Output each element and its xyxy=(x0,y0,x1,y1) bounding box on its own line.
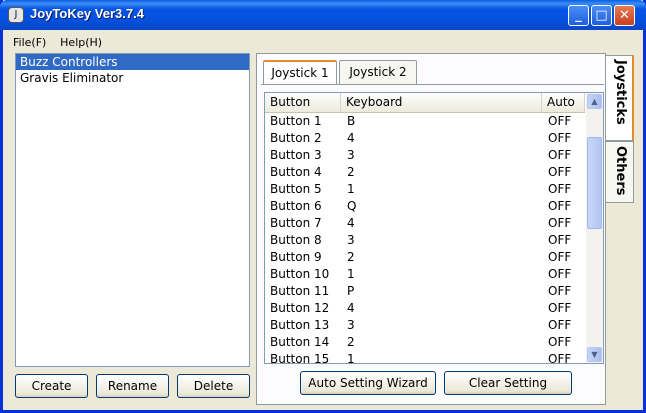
create-button[interactable]: Create xyxy=(15,374,88,398)
joystick-icon: J xyxy=(8,7,24,23)
table-row[interactable]: Button 15 1 OFF xyxy=(265,351,585,364)
cell-button: Button 14 xyxy=(270,335,330,349)
close-button[interactable]: ✕ xyxy=(614,5,635,26)
table-header: Button Keyboard Auto xyxy=(265,93,585,113)
column-header-keyboard[interactable]: Keyboard xyxy=(341,93,542,112)
cell-button: Button 2 xyxy=(270,131,322,145)
cell-auto: OFF xyxy=(548,335,572,349)
menu-file[interactable]: File(F) xyxy=(13,36,46,49)
table-row[interactable]: Button 13 3 OFF xyxy=(265,317,585,334)
cell-keyboard: B xyxy=(347,114,356,128)
cell-button: Button 9 xyxy=(270,250,322,264)
tab-joystick-1[interactable]: Joystick 1 xyxy=(263,60,337,84)
cell-keyboard: 1 xyxy=(347,352,355,364)
table-row[interactable]: Button 6 Q OFF xyxy=(265,198,585,215)
cell-keyboard: 3 xyxy=(347,233,355,247)
table-row[interactable]: Button 2 4 OFF xyxy=(265,130,585,147)
cell-keyboard: Q xyxy=(347,199,357,213)
controller-list[interactable]: Buzz Controllers Gravis Eliminator xyxy=(15,53,250,367)
cell-auto: OFF xyxy=(548,216,572,230)
menu-help[interactable]: Help(H) xyxy=(60,36,102,49)
tab-others-label: Others xyxy=(613,146,628,196)
table-row[interactable]: Button 11 P OFF xyxy=(265,283,585,300)
cell-keyboard: 2 xyxy=(347,250,355,264)
cell-button: Button 12 xyxy=(270,301,330,315)
cell-button: Button 1 xyxy=(270,114,322,128)
cell-auto: OFF xyxy=(548,267,572,281)
cell-auto: OFF xyxy=(548,114,572,128)
cell-auto: OFF xyxy=(548,148,572,162)
auto-setting-wizard-button[interactable]: Auto Setting Wizard xyxy=(300,371,436,395)
cell-button: Button 10 xyxy=(270,267,330,281)
title-bar[interactable]: J JoyToKey Ver3.7.4 _ □ ✕ xyxy=(0,0,646,30)
tab-joystick-2[interactable]: Joystick 2 xyxy=(339,60,417,84)
cell-button: Button 3 xyxy=(270,148,322,162)
table-row[interactable]: Button 14 2 OFF xyxy=(265,334,585,351)
table-row[interactable]: Button 3 3 OFF xyxy=(265,147,585,164)
cell-button: Button 5 xyxy=(270,182,322,196)
cell-keyboard: P xyxy=(347,284,355,298)
cell-keyboard: 2 xyxy=(347,335,355,349)
table-body: Button 1 B OFF Button 2 4 OFF Button 3 3 OFF Butt… xyxy=(265,113,585,364)
cell-auto: OFF xyxy=(548,318,572,332)
column-header-button[interactable]: Button xyxy=(265,93,341,112)
cell-button: Button 11 xyxy=(270,284,330,298)
table-row[interactable]: Button 5 1 OFF xyxy=(265,181,585,198)
cell-keyboard: 4 xyxy=(347,131,355,145)
delete-button[interactable]: Delete xyxy=(177,374,250,398)
cell-keyboard: 3 xyxy=(347,318,355,332)
cell-auto: OFF xyxy=(548,165,572,179)
cell-button: Button 6 xyxy=(270,199,322,213)
window-title: JoyToKey Ver3.7.4 xyxy=(30,6,144,21)
clear-setting-button[interactable]: Clear Setting xyxy=(444,371,572,395)
cell-button: Button 7 xyxy=(270,216,322,230)
cell-keyboard: 3 xyxy=(347,148,355,162)
cell-keyboard: 1 xyxy=(347,182,355,196)
table-row[interactable]: Button 9 2 OFF xyxy=(265,249,585,266)
column-header-auto[interactable]: Auto xyxy=(542,93,585,112)
table-row[interactable]: Button 10 1 OFF xyxy=(265,266,585,283)
cell-auto: OFF xyxy=(548,284,572,298)
vertical-scrollbar[interactable]: ▲ ▼ xyxy=(586,93,603,363)
tab-divider xyxy=(261,84,604,85)
cell-keyboard: 2 xyxy=(347,165,355,179)
cell-auto: OFF xyxy=(548,233,572,247)
cell-auto: OFF xyxy=(548,199,572,213)
table-row[interactable]: Button 1 B OFF xyxy=(265,113,585,130)
cell-auto: OFF xyxy=(548,352,572,364)
tab-joysticks[interactable]: Joysticks xyxy=(606,55,634,141)
maximize-button[interactable]: □ xyxy=(591,5,612,26)
rename-button[interactable]: Rename xyxy=(96,374,169,398)
minimize-button[interactable]: _ xyxy=(568,5,589,26)
tab-joysticks-label: Joysticks xyxy=(613,60,628,125)
cell-auto: OFF xyxy=(548,250,572,264)
button-mapping-table[interactable]: Button Keyboard Auto Button 1 B OFF Button … xyxy=(264,92,604,364)
tab-others[interactable]: Others xyxy=(606,141,634,203)
cell-button: Button 15 xyxy=(270,352,330,364)
cell-auto: OFF xyxy=(548,301,572,315)
scrollbar-thumb[interactable] xyxy=(587,137,602,229)
table-row[interactable]: Button 7 4 OFF xyxy=(265,215,585,232)
list-item[interactable]: Buzz Controllers xyxy=(16,54,249,70)
table-row[interactable]: Button 4 2 OFF xyxy=(265,164,585,181)
scroll-down-icon[interactable]: ▼ xyxy=(587,347,602,362)
cell-keyboard: 4 xyxy=(347,301,355,315)
menu-bar: File(F) Help(H) xyxy=(13,35,112,51)
cell-keyboard: 4 xyxy=(347,216,355,230)
cell-keyboard: 1 xyxy=(347,267,355,281)
table-row[interactable]: Button 12 4 OFF xyxy=(265,300,585,317)
cell-auto: OFF xyxy=(548,182,572,196)
cell-button: Button 8 xyxy=(270,233,322,247)
cell-button: Button 4 xyxy=(270,165,322,179)
list-item[interactable]: Gravis Eliminator xyxy=(16,70,249,86)
cell-auto: OFF xyxy=(548,131,572,145)
table-row[interactable]: Button 8 3 OFF xyxy=(265,232,585,249)
scroll-up-icon[interactable]: ▲ xyxy=(587,94,602,109)
cell-button: Button 13 xyxy=(270,318,330,332)
